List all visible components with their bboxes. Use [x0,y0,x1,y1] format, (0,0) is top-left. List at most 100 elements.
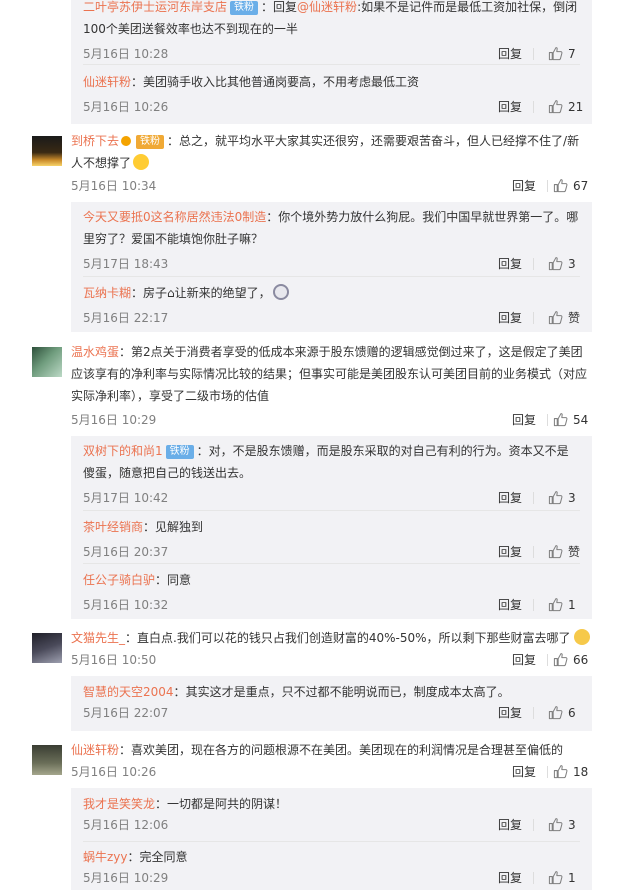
reply-meta: 5月16日 10:29 回复 1 [83,869,580,887]
thumbs-up-icon [553,178,568,193]
reply-item: 茶叶经销商：见解独到 5月16日 20:37 回复 赞 [83,516,580,561]
like-count: 3 [568,491,576,505]
comment-username[interactable]: 到桥下去 [71,134,119,148]
reply-button[interactable]: 回复 [498,596,522,614]
reply-meta: 5月16日 22:07 回复 6 [83,704,580,722]
fan-badge: 铁粉 [165,445,194,459]
thumbs-up-icon [548,597,563,612]
reply-text: 瓦纳卡糊：房子⌂让新来的绝望了， [83,282,580,304]
reply-button[interactable]: 回复 [498,98,522,116]
divider [533,819,534,831]
reply-button[interactable]: 回复 [498,45,522,63]
reply-button[interactable]: 回复 [498,489,522,507]
reply-username[interactable]: 智慧的天空2004 [83,685,174,699]
divider [533,872,534,884]
divider [547,180,548,192]
timestamp: 5月16日 20:37 [83,545,169,559]
avatar[interactable] [32,745,62,775]
reply-username[interactable]: 双树下的和尚1 [83,444,163,458]
reply-button[interactable]: 回复 [512,177,536,195]
reply-button[interactable]: 回复 [512,411,536,429]
thumbs-up-icon [548,705,563,720]
comment-text: 文猫先生_：直白点.我们可以花的钱只占我们创造财富的40%-50%，所以剩下那些… [71,627,591,649]
reply-item: 任公子骑白驴：同意 5月16日 10:32 回复 1 [83,569,580,614]
reply-meta: 5月16日 10:26 回复 21 [83,98,584,116]
divider [533,312,534,324]
thumbs-up-icon [553,764,568,779]
thumbs-up-icon [553,652,568,667]
like-count: 7 [568,47,576,61]
reply-button[interactable]: 回复 [498,255,522,273]
reply-item: 我才是笑笑龙：一切都是阿共的阴谋！ 5月16日 12:06 回复 3 [83,793,580,834]
reply-username[interactable]: 今天又要抵0这名称居然违法0制造 [83,210,266,224]
like-count: 1 [568,871,576,885]
reply-username[interactable]: 二叶亭苏伊士运河东岸支店 [83,0,227,14]
divider [83,276,580,277]
reply-username[interactable]: 茶叶经销商 [83,520,143,534]
like-count: 67 [573,179,589,193]
comment-username[interactable]: 仙迷轩粉 [71,743,119,757]
reply-button[interactable]: 回复 [498,704,522,722]
fan-badge: 铁粉 [230,1,259,15]
reply-button[interactable]: 回复 [498,543,522,561]
reply-button[interactable]: 回复 [498,309,522,327]
timestamp: 5月16日 10:28 [83,47,169,61]
divider [547,654,548,666]
timestamp: 5月17日 10:42 [83,491,169,505]
reply-button[interactable]: 回复 [498,869,522,887]
like-count: 3 [568,818,576,832]
like-count: 54 [573,413,589,427]
reply-username[interactable]: 仙迷轩粉 [83,75,131,89]
like-count: 66 [573,653,589,667]
comment-username[interactable]: 温水鸡蛋 [71,345,119,359]
reply-list-2: 双树下的和尚1 铁粉 ：对，不是股东馈赠，而是股东采取的对自己有利的行为。资本又不是… [71,436,592,619]
timestamp: 5月16日 22:07 [83,706,169,720]
divider [83,510,580,511]
timestamp: 5月16日 10:26 [71,765,157,779]
reply-meta: 5月16日 10:28 回复 7 [83,45,580,63]
comment-meta: 5月16日 10:50 回复 66 [71,651,591,669]
reply-button[interactable]: 回复 [512,651,536,669]
comment-text: 到桥下去 铁粉 ：总之，就平均水平大家其实还很穷，还需要艰苦奋斗，但人已经撑不住了/… [71,134,580,170]
reply-meta: 5月16日 10:32 回复 1 [83,596,580,614]
verified-icon [121,136,132,146]
timestamp: 5月16日 10:32 [83,598,169,612]
divider [83,841,580,842]
thumbs-up-icon [548,817,563,832]
like-count: 6 [568,706,576,720]
comment-meta: 5月16日 10:34 回复 67 [71,177,591,195]
avatar[interactable] [32,136,62,166]
thumbs-up-icon [548,46,563,61]
timestamp: 5月16日 22:17 [83,311,169,325]
divider [533,48,534,60]
reply-button[interactable]: 回复 [498,816,522,834]
timestamp: 5月16日 10:26 [83,100,169,114]
avatar[interactable] [32,633,62,663]
reply-text: 今天又要抵0这名称居然违法0制造：你个境外势力放什么狗屁。我们中国早就世界第一了… [83,210,579,246]
divider [547,766,548,778]
like-count: 赞 [568,311,581,325]
thumbs-up-icon [548,99,563,114]
reply-button[interactable]: 回复 [512,763,536,781]
house-emoji-icon: ⌂ [167,286,175,300]
like-count: 21 [568,100,584,114]
comment-username[interactable]: 文猫先生_ [71,631,125,645]
reply-username[interactable]: 瓦纳卡糊 [83,286,131,300]
divider [533,546,534,558]
comment-meta: 5月16日 10:26 回复 18 [71,763,591,781]
timestamp: 5月16日 10:29 [71,413,157,427]
comment-meta: 5月16日 10:29 回复 54 [71,411,591,429]
thumbs-up-icon [548,310,563,325]
reply-username[interactable]: 我才是笑笑龙 [83,797,155,811]
fan-badge: 铁粉 [136,135,165,149]
reply-text: 二叶亭苏伊士运河东岸支店 铁粉 ：回复@仙迷轩粉:如果不是记件而是最低工资加社保，倒… [83,0,578,36]
reply-username[interactable]: 蜗牛zyy [83,850,128,864]
divider [83,64,580,65]
thumbs-up-icon [553,412,568,427]
divider [83,563,580,564]
reply-username[interactable]: 任公子骑白驴 [83,573,155,587]
reply-item: 蜗牛zyy：完全同意 5月16日 10:29 回复 1 [83,846,580,887]
mention-link[interactable]: @仙迷轩粉 [297,0,357,14]
avatar[interactable] [32,347,62,377]
reply-meta: 5月17日 18:43 回复 3 [83,255,580,273]
